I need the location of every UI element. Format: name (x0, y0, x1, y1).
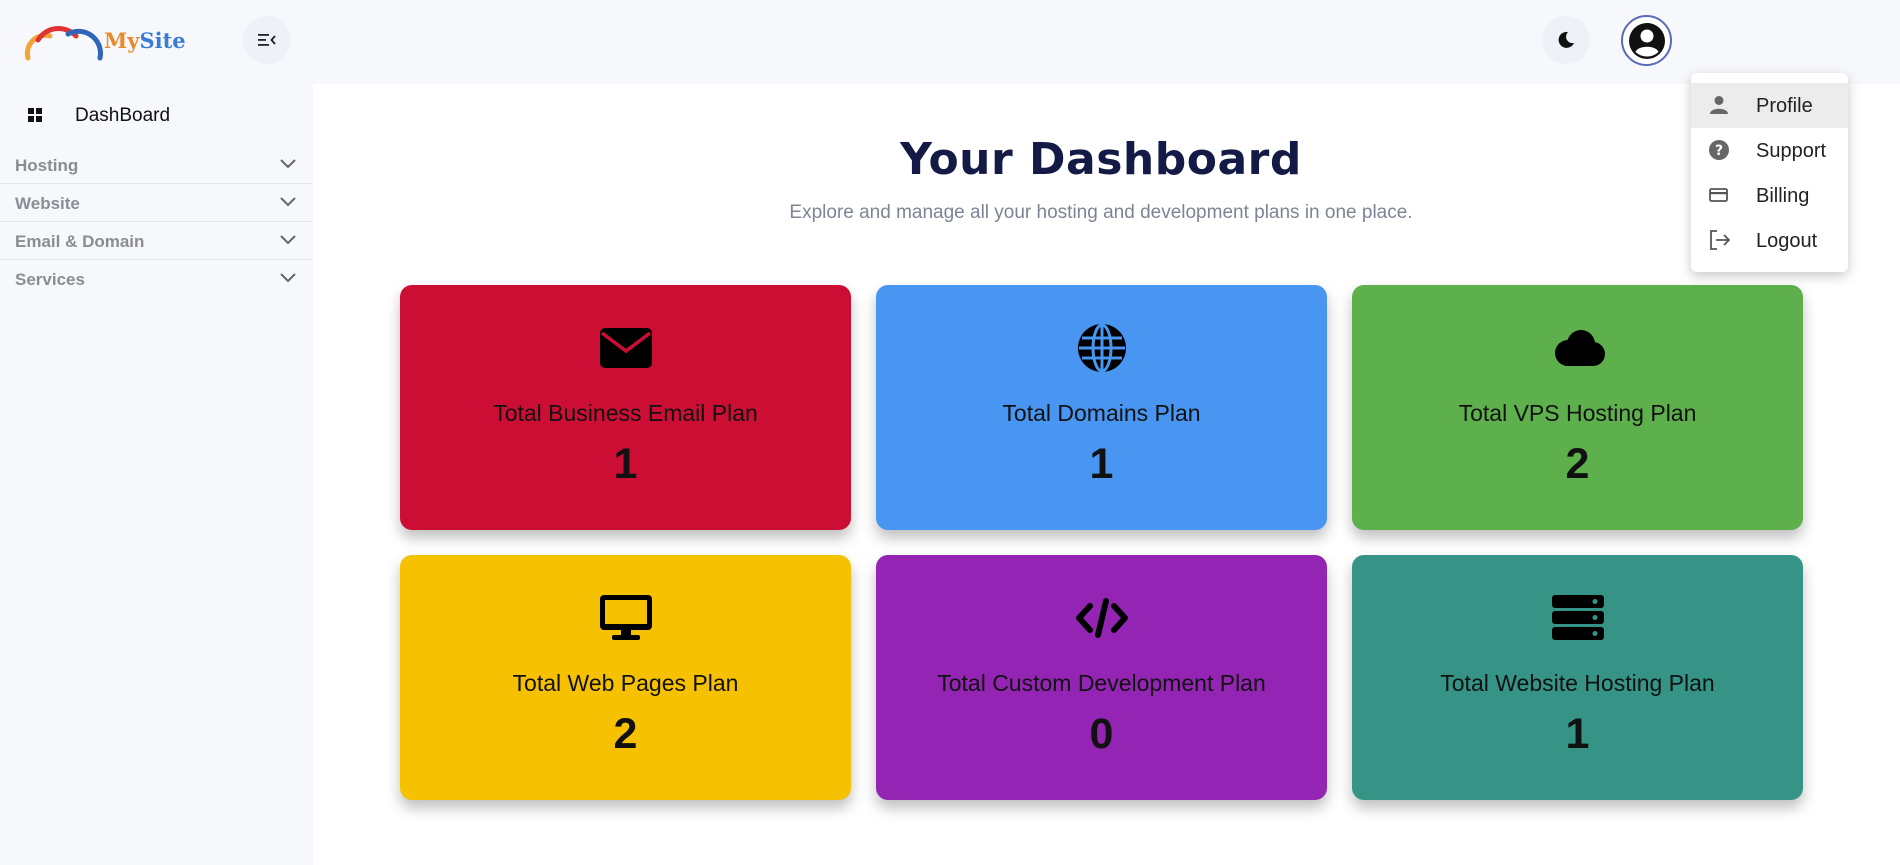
main-content: Your Dashboard Explore and manage all yo… (313, 84, 1900, 865)
sidebar-item-dashboard[interactable]: DashBoard (0, 96, 312, 134)
server-icon (1352, 593, 1803, 643)
sidebar-group-label: Services (15, 270, 85, 289)
svg-text:?: ? (1715, 143, 1723, 159)
logo-arc-icon (24, 25, 103, 61)
logo-text: MySite (104, 28, 186, 53)
theme-toggle-button[interactable] (1542, 16, 1590, 64)
card-website-hosting[interactable]: Total Website Hosting Plan 1 (1352, 555, 1803, 800)
menu-item-profile[interactable]: Profile (1691, 83, 1848, 128)
chevron-down-icon (280, 194, 296, 212)
desktop-icon (400, 593, 851, 643)
menu-item-label: Logout (1756, 230, 1818, 252)
menu-collapse-icon (258, 34, 276, 46)
avatar-button[interactable] (1621, 15, 1672, 66)
chevron-down-icon (280, 156, 296, 174)
card-label: Total Business Email Plan (493, 400, 758, 426)
card-label: Total Custom Development Plan (937, 670, 1266, 696)
card-value: 1 (613, 440, 638, 488)
chevron-down-icon (280, 270, 296, 288)
logo-text-my: My (104, 28, 140, 53)
menu-item-billing[interactable]: Billing (1691, 173, 1848, 218)
user-circle-icon (1628, 22, 1665, 59)
sidebar-group-label: Hosting (15, 156, 79, 175)
logo-text-site: Site (139, 28, 186, 53)
card-label: Total Website Hosting Plan (1440, 670, 1715, 696)
page-title: Your Dashboard (900, 134, 1302, 185)
sidebar: DashBoard Hosting Website Email & Domain… (0, 84, 312, 865)
card-custom-development[interactable]: Total Custom Development Plan 0 (876, 555, 1327, 800)
cloud-icon (1352, 323, 1803, 373)
person-icon (1709, 95, 1729, 120)
menu-item-logout[interactable]: Logout (1691, 218, 1848, 263)
card-value: 2 (1565, 440, 1590, 488)
sidebar-group-hosting[interactable]: Hosting (0, 146, 312, 184)
sidebar-item-label: DashBoard (75, 105, 171, 126)
grid-icon (28, 108, 42, 127)
menu-item-support[interactable]: ? Support (1691, 128, 1848, 173)
card-label: Total Web Pages Plan (512, 670, 739, 696)
top-bar: MySite (0, 0, 1900, 84)
globe-icon (876, 323, 1327, 373)
envelope-icon (400, 323, 851, 373)
page-subtitle: Explore and manage all your hosting and … (789, 202, 1413, 223)
sidebar-group-email-domain[interactable]: Email & Domain (0, 222, 312, 260)
card-business-email[interactable]: Total Business Email Plan 1 (400, 285, 851, 530)
card-value: 0 (1089, 710, 1114, 758)
sidebar-group-label: Website (15, 194, 80, 213)
code-icon (876, 593, 1327, 643)
card-label: Total Domains Plan (1002, 400, 1201, 426)
moon-icon (1558, 31, 1574, 48)
user-dropdown-menu: Profile ? Support Billing Logout (1691, 73, 1848, 272)
sidebar-group-services[interactable]: Services (0, 260, 312, 298)
help-icon: ? (1709, 140, 1729, 165)
card-vps-hosting[interactable]: Total VPS Hosting Plan 2 (1352, 285, 1803, 530)
card-domains[interactable]: Total Domains Plan 1 (876, 285, 1327, 530)
menu-toggle-button[interactable] (243, 16, 291, 64)
card-web-pages[interactable]: Total Web Pages Plan 2 (400, 555, 851, 800)
menu-item-label: Billing (1756, 185, 1810, 207)
card-value: 2 (613, 710, 638, 758)
chevron-down-icon (280, 232, 296, 250)
card-label: Total VPS Hosting Plan (1458, 400, 1697, 426)
card-value: 1 (1565, 710, 1590, 758)
site-logo[interactable]: MySite (24, 22, 186, 64)
sidebar-group-website[interactable]: Website (0, 184, 312, 222)
logout-icon (1709, 230, 1731, 255)
menu-item-label: Profile (1756, 95, 1813, 117)
credit-card-icon (1709, 185, 1729, 210)
card-value: 1 (1089, 440, 1114, 488)
sidebar-group-label: Email & Domain (15, 232, 145, 251)
menu-item-label: Support (1756, 140, 1827, 162)
